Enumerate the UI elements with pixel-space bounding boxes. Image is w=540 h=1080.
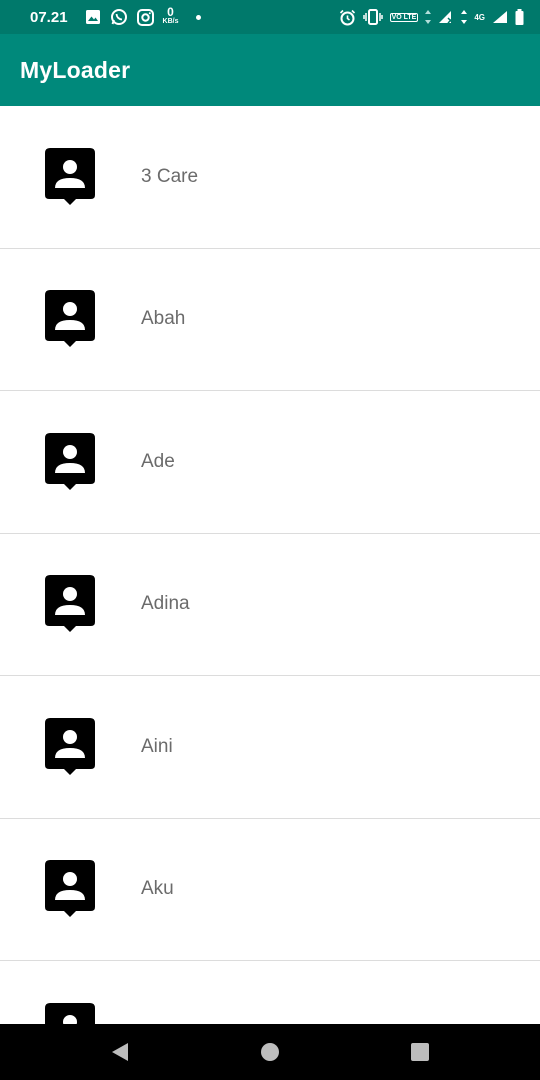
- navigation-bar: [0, 1024, 540, 1080]
- contact-portrait-icon: [45, 147, 95, 206]
- whatsapp-icon: [110, 8, 128, 26]
- contact-list-item[interactable]: Aku: [0, 819, 540, 961]
- contact-portrait-icon: [45, 290, 95, 348]
- contact-name: Aini: [141, 735, 173, 757]
- battery-icon: [515, 9, 524, 25]
- contact-list-item[interactable]: [0, 961, 540, 1024]
- home-icon: [261, 1043, 279, 1061]
- contact-name: Abah: [141, 308, 186, 330]
- contact-portrait-icon: [45, 575, 95, 633]
- instagram-icon: [136, 8, 154, 26]
- status-bar: 07.21 0 KB/s VO LTE 4G: [0, 0, 540, 34]
- volte-badge: VO LTE: [389, 12, 419, 22]
- contact-list-item[interactable]: Aini: [0, 676, 540, 819]
- recents-icon: [411, 1043, 429, 1061]
- back-icon: [112, 1043, 128, 1061]
- contact-list-item[interactable]: 3 Care: [0, 106, 540, 249]
- contact-portrait-icon: [45, 432, 95, 491]
- recents-button[interactable]: [400, 1024, 440, 1080]
- back-button[interactable]: [100, 1024, 140, 1080]
- data-arrows-icon: [461, 10, 468, 24]
- contact-list-item[interactable]: Adina: [0, 534, 540, 676]
- contact-name: 3 Care: [141, 165, 199, 187]
- contact-list-item[interactable]: Abah: [0, 249, 540, 391]
- network-type: 4G: [474, 12, 485, 22]
- data-arrows-icon: [425, 10, 432, 24]
- contact-portrait-icon: [45, 717, 95, 776]
- status-time: 07.21: [30, 8, 68, 26]
- contact-name: Ade: [141, 450, 175, 472]
- network-speed: 0 KB/s: [162, 5, 179, 25]
- contact-portrait-icon: [45, 1002, 95, 1024]
- app-title: MyLoader: [20, 56, 131, 83]
- contact-portrait-icon: [45, 860, 95, 918]
- contact-name: Adina: [141, 593, 190, 615]
- signal-icon: [492, 10, 508, 24]
- contact-list[interactable]: 3 Care Abah Ade Adina Aini Aku: [0, 106, 540, 1024]
- contact-list-item[interactable]: Ade: [0, 391, 540, 534]
- notification-dot: [195, 14, 201, 20]
- home-button[interactable]: [250, 1024, 290, 1080]
- alarm-icon: [339, 9, 356, 26]
- image-icon: [85, 9, 101, 25]
- app-bar: MyLoader: [0, 34, 540, 106]
- vibrate-icon: [362, 9, 383, 25]
- signal-icon: [438, 10, 454, 24]
- contact-name: Aku: [141, 878, 174, 900]
